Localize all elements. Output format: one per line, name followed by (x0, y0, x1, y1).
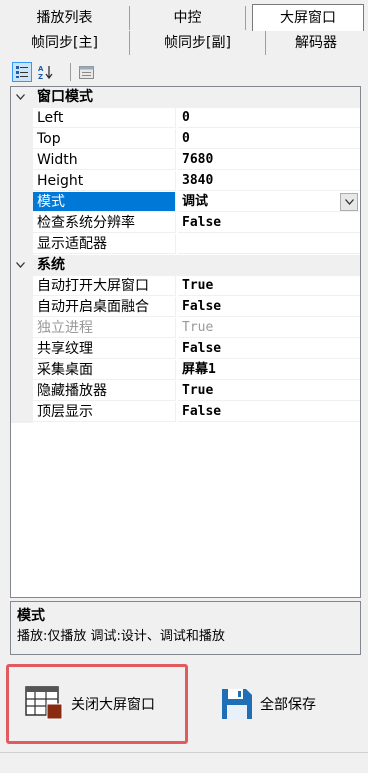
tab-decoder[interactable]: 解码器 (266, 31, 366, 55)
property-name: 显示适配器 (33, 234, 176, 254)
collapse-chevron-icon[interactable] (15, 260, 25, 270)
property-row-hide-player[interactable]: 隐藏播放器 True (11, 381, 360, 402)
property-row-shared-texture[interactable]: 共享纹理 False (11, 339, 360, 360)
tab-big-screen-window[interactable]: 大屏窗口 (252, 4, 364, 31)
help-title: 模式 (17, 608, 45, 624)
property-row-capture-desktop[interactable]: 采集桌面 屏幕1 (11, 360, 360, 381)
tab-row-primary: 播放列表 中控 大屏窗口 (0, 4, 368, 31)
property-value[interactable]: 0 (178, 108, 360, 128)
category-label: 系统 (37, 257, 65, 273)
property-name: Width (33, 150, 176, 170)
property-help-panel: 模式 播放:仅播放 调试:设计、调试和播放 (10, 601, 361, 655)
property-value[interactable]: False (178, 339, 360, 359)
property-value[interactable]: 7680 (178, 150, 360, 170)
tab-central-control[interactable]: 中控 (130, 6, 246, 30)
close-big-screen-label: 关闭大屏窗口 (71, 697, 155, 713)
save-all-button[interactable]: 全部保存 (214, 664, 354, 744)
floppy-disk-icon (220, 687, 254, 721)
property-value[interactable]: 0 (178, 129, 360, 149)
property-row-height[interactable]: Height 3840 (11, 171, 360, 192)
property-name: 自动开启桌面融合 (33, 297, 176, 317)
tab-frame-sync-sub[interactable]: 帧同步[副] (130, 31, 266, 55)
property-row-topmost[interactable]: 顶层显示 False (11, 402, 360, 423)
property-value[interactable]: False (178, 213, 360, 233)
property-grid: 窗口模式 Left 0 Top 0 Width 7680 Height 3840… (10, 86, 361, 598)
mode-select[interactable]: 调试 (178, 192, 360, 212)
property-row-display-adapter[interactable]: 显示适配器 (11, 234, 360, 255)
categorized-view-icon[interactable] (12, 62, 32, 82)
property-name: 采集桌面 (33, 360, 176, 380)
svg-text:A: A (38, 65, 44, 73)
tab-frame-sync-main[interactable]: 帧同步[主] (0, 31, 130, 55)
property-name: Height (33, 171, 176, 191)
bottom-divider (0, 752, 368, 753)
property-name: 隐藏播放器 (33, 381, 176, 401)
property-value[interactable]: 3840 (178, 171, 360, 191)
property-value[interactable]: False (178, 297, 360, 317)
property-row-check-resolution[interactable]: 检查系统分辨率 False (11, 213, 360, 234)
property-name: 模式 (33, 192, 176, 212)
property-name: 共享纹理 (33, 339, 176, 359)
help-description: 播放:仅播放 调试:设计、调试和播放 (17, 629, 225, 644)
property-name: 检查系统分辨率 (33, 213, 176, 233)
tab-playlist[interactable]: 播放列表 (0, 6, 130, 30)
close-big-screen-button[interactable]: 关闭大屏窗口 (6, 664, 188, 744)
svg-text:Z: Z (38, 73, 43, 80)
property-value[interactable]: 屏幕1 (178, 360, 360, 380)
property-value[interactable]: True (178, 381, 360, 401)
property-row-top[interactable]: Top 0 (11, 129, 360, 150)
property-name: 独立进程 (33, 318, 176, 338)
toolbar-divider (70, 63, 71, 81)
property-row-auto-desktop-blend[interactable]: 自动开启桌面融合 False (11, 297, 360, 318)
property-name: 自动打开大屏窗口 (33, 276, 176, 296)
chevron-down-icon[interactable] (340, 193, 358, 211)
alphabetical-sort-icon[interactable]: A Z (36, 62, 56, 82)
property-value[interactable]: True (178, 276, 360, 296)
property-toolbar: A Z (10, 60, 360, 84)
tab-row-secondary: 帧同步[主] 帧同步[副] 解码器 (0, 31, 368, 55)
category-label: 窗口模式 (37, 89, 93, 105)
category-system[interactable]: 系统 (11, 255, 360, 276)
property-value[interactable]: False (178, 402, 360, 422)
table-window-icon (25, 686, 65, 722)
property-value: True (178, 318, 360, 338)
category-window-mode[interactable]: 窗口模式 (11, 87, 360, 108)
save-all-label: 全部保存 (260, 697, 316, 713)
collapse-chevron-icon[interactable] (15, 92, 25, 102)
property-value[interactable] (178, 234, 360, 254)
property-pages-icon[interactable] (76, 62, 96, 82)
property-row-width[interactable]: Width 7680 (11, 150, 360, 171)
property-name: Left (33, 108, 176, 128)
property-name: 顶层显示 (33, 402, 176, 422)
property-row-left[interactable]: Left 0 (11, 108, 360, 129)
property-row-auto-open-window[interactable]: 自动打开大屏窗口 True (11, 276, 360, 297)
property-row-mode[interactable]: 模式 调试 (11, 192, 360, 213)
property-row-standalone-process[interactable]: 独立进程 True (11, 318, 360, 339)
property-name: Top (33, 129, 176, 149)
